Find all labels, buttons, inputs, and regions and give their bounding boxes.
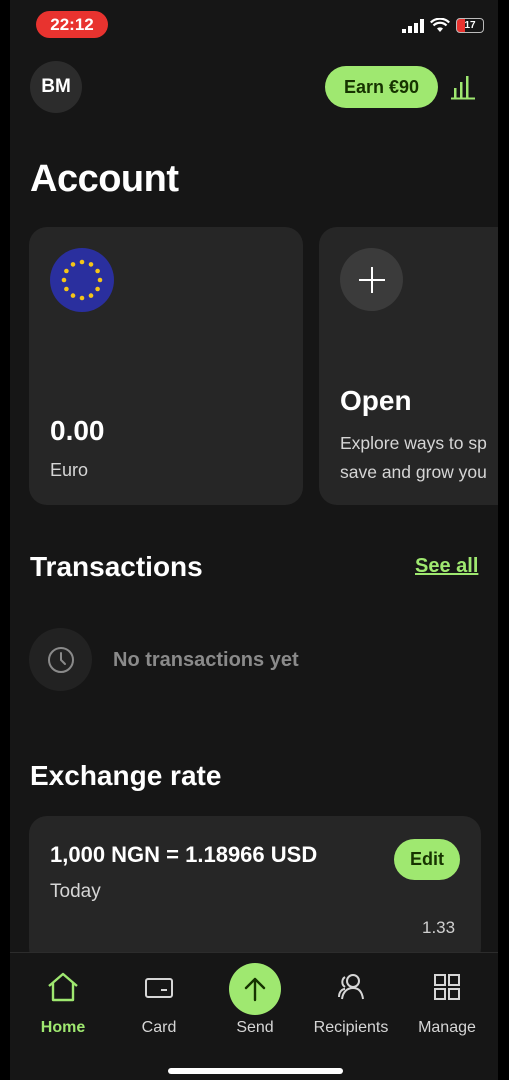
euro-account-card[interactable]: 0.00 Euro	[29, 227, 303, 505]
nav-label: Recipients	[313, 1019, 389, 1036]
nav-label: Card	[141, 1019, 177, 1036]
nav-label: Manage	[418, 1019, 476, 1036]
status-icons: 17	[402, 18, 484, 33]
bar-chart-icon[interactable]	[451, 74, 475, 100]
home-indicator[interactable]	[168, 1068, 343, 1074]
exchange-rate-title: Exchange rate	[30, 760, 222, 791]
card-icon	[145, 978, 173, 998]
plus-icon	[340, 248, 403, 311]
eu-flag-icon	[50, 248, 114, 312]
open-description-line: save and grow you	[340, 462, 487, 482]
empty-transactions-text: No transactions yet	[113, 649, 299, 671]
account-currency: Euro	[50, 460, 89, 480]
exchange-rate-value: 1.33	[422, 918, 456, 937]
edit-button[interactable]: Edit	[394, 839, 460, 880]
bottom-navigation: Home Card Send Recipients Manage	[10, 952, 498, 1080]
wifi-icon	[430, 18, 450, 32]
page-title: Account	[30, 158, 179, 200]
open-description-line: Explore ways to sp	[340, 433, 487, 453]
recipients-icon	[338, 974, 364, 1000]
status-time: 22:12	[36, 11, 108, 38]
open-description: Explore ways to sp save and grow you	[340, 429, 498, 487]
exchange-rate-period: Today	[50, 881, 101, 902]
exchange-rate-text: 1,000 NGN = 1.18966 USD	[50, 842, 318, 867]
account-balance: 0.00	[50, 415, 105, 446]
battery-icon: 17	[456, 18, 484, 33]
arrow-up-icon	[229, 963, 281, 1015]
grid-icon	[434, 974, 460, 1000]
see-all-link[interactable]: See all	[415, 555, 478, 578]
nav-label: Send	[236, 1019, 274, 1036]
earn-button[interactable]: Earn €90	[325, 66, 438, 108]
open-title: Open	[340, 385, 412, 416]
transactions-title: Transactions	[30, 551, 203, 582]
app-screen: 22:12 17 BM Earn €90 Account 0.00 Euro O…	[10, 0, 498, 1080]
nav-label: Home	[40, 1019, 86, 1036]
signal-icon	[402, 18, 424, 33]
open-account-card[interactable]: Open Explore ways to sp save and grow yo…	[319, 227, 498, 505]
clock-icon	[29, 628, 92, 691]
exchange-rate-card[interactable]: 1,000 NGN = 1.18966 USD Today Edit 1.33	[29, 816, 481, 966]
avatar[interactable]: BM	[30, 61, 82, 113]
home-icon	[48, 972, 78, 1002]
